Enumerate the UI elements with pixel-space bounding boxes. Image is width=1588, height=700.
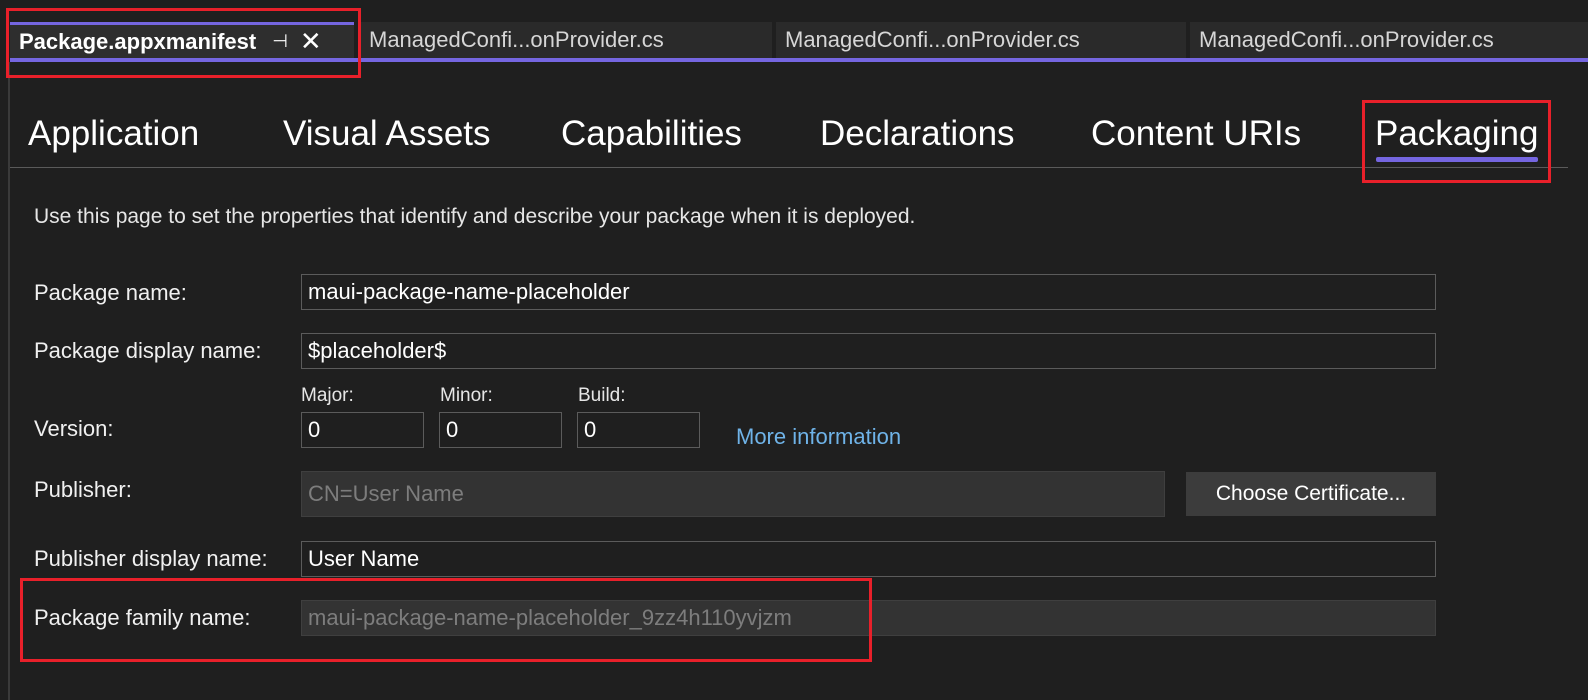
publisher-display-name-input[interactable]: User Name xyxy=(301,541,1436,577)
tab-label: Package.appxmanifest xyxy=(19,28,257,54)
package-family-name-input: maui-package-name-placeholder_9zz4h110yv… xyxy=(301,600,1436,636)
tab-managedconfig-provider-2[interactable]: ManagedConfi...onProvider.cs xyxy=(776,22,1186,58)
tab-strip-accent-line xyxy=(10,58,1588,62)
build-label: Build: xyxy=(578,385,626,406)
tab-visual-assets[interactable]: Visual Assets xyxy=(283,114,491,154)
publisher-display-name-label: Publisher display name: xyxy=(34,546,268,571)
publisher-label: Publisher: xyxy=(34,477,132,502)
left-border xyxy=(8,62,10,700)
package-name-label: Package name: xyxy=(34,280,187,305)
tab-capabilities[interactable]: Capabilities xyxy=(561,114,742,154)
package-family-name-label: Package family name: xyxy=(34,605,251,630)
major-label: Major: xyxy=(301,385,354,406)
version-label: Version: xyxy=(34,416,114,441)
publisher-input: CN=User Name xyxy=(301,471,1165,517)
tab-label: ManagedConfi...onProvider.cs xyxy=(785,27,1080,52)
tab-application[interactable]: Application xyxy=(28,114,199,154)
tab-package-appxmanifest[interactable]: Package.appxmanifest ⊣ ✕ xyxy=(10,22,354,58)
minor-label: Minor: xyxy=(440,385,493,406)
page-description: Use this page to set the properties that… xyxy=(34,205,916,228)
page-tab-divider xyxy=(10,167,1568,168)
major-input[interactable]: 0 xyxy=(301,412,424,448)
build-input[interactable]: 0 xyxy=(577,412,700,448)
tab-content-uris[interactable]: Content URIs xyxy=(1091,114,1301,154)
tab-label: ManagedConfi...onProvider.cs xyxy=(1199,27,1494,52)
package-name-input[interactable]: maui-package-name-placeholder xyxy=(301,274,1436,310)
package-display-name-label: Package display name: xyxy=(34,338,262,363)
tab-label: ManagedConfi...onProvider.cs xyxy=(369,27,664,52)
active-tab-indicator xyxy=(1376,157,1538,162)
tab-managedconfig-provider-1[interactable]: ManagedConfi...onProvider.cs xyxy=(360,22,772,58)
choose-certificate-button[interactable]: Choose Certificate... xyxy=(1186,472,1436,516)
tab-packaging[interactable]: Packaging xyxy=(1375,114,1538,154)
pin-icon[interactable]: ⊣ xyxy=(272,31,288,52)
close-icon[interactable]: ✕ xyxy=(300,26,322,57)
document-tab-strip: Package.appxmanifest ⊣ ✕ ManagedConfi...… xyxy=(0,0,1588,62)
package-display-name-input[interactable]: $placeholder$ xyxy=(301,333,1436,369)
tab-managedconfig-provider-3[interactable]: ManagedConfi...onProvider.cs xyxy=(1190,22,1588,58)
more-information-link[interactable]: More information xyxy=(736,424,901,450)
minor-input[interactable]: 0 xyxy=(439,412,562,448)
tab-declarations[interactable]: Declarations xyxy=(820,114,1015,154)
